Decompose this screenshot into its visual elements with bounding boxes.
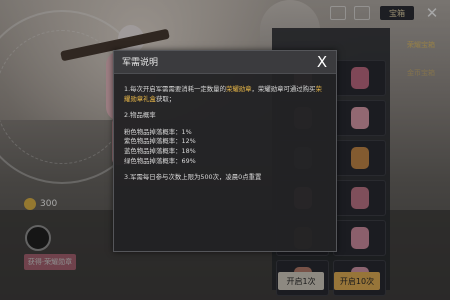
rate-green: 绿色物品掉落概率：69% (124, 156, 196, 165)
rate-pink: 粉色物品掉落概率：1% (124, 127, 192, 136)
rate-purple: 紫色物品掉落概率：12% (124, 137, 196, 146)
rule-1-text-b: ，荣耀勋章可通过购买 (251, 85, 316, 93)
dialog-title: 军需说明 (122, 58, 159, 68)
dialog-body: 1.每次开启军需需要消耗一定数量的荣耀勋章，荣耀勋章可通过购买荣耀勋章礼盒获取；… (124, 85, 326, 183)
rule-3: 3.军需每日参与次数上限为500次，凌晨0点重置 (124, 173, 262, 182)
supply-info-dialog: 军需说明 X 1.每次开启军需需要消耗一定数量的荣耀勋章，荣耀勋章可通过购买荣耀… (113, 50, 337, 252)
rule-2-title: 2.物品概率 (124, 111, 156, 120)
close-icon[interactable]: X (312, 52, 332, 72)
rule-1-text-c: 获取； (155, 94, 176, 103)
rule-1-text-a: 1.每次开启军需需要消耗一定数量的 (124, 85, 226, 93)
dialog-header: 军需说明 X (114, 51, 336, 74)
rule-1-highlight-a: 荣耀勋章 (225, 85, 252, 93)
rate-blue: 蓝色物品掉落概率：18% (124, 147, 196, 156)
rule-1: 1.每次开启军需需要消耗一定数量的荣耀勋章，荣耀勋章可通过购买荣耀勋章礼盒获取； (124, 85, 326, 104)
